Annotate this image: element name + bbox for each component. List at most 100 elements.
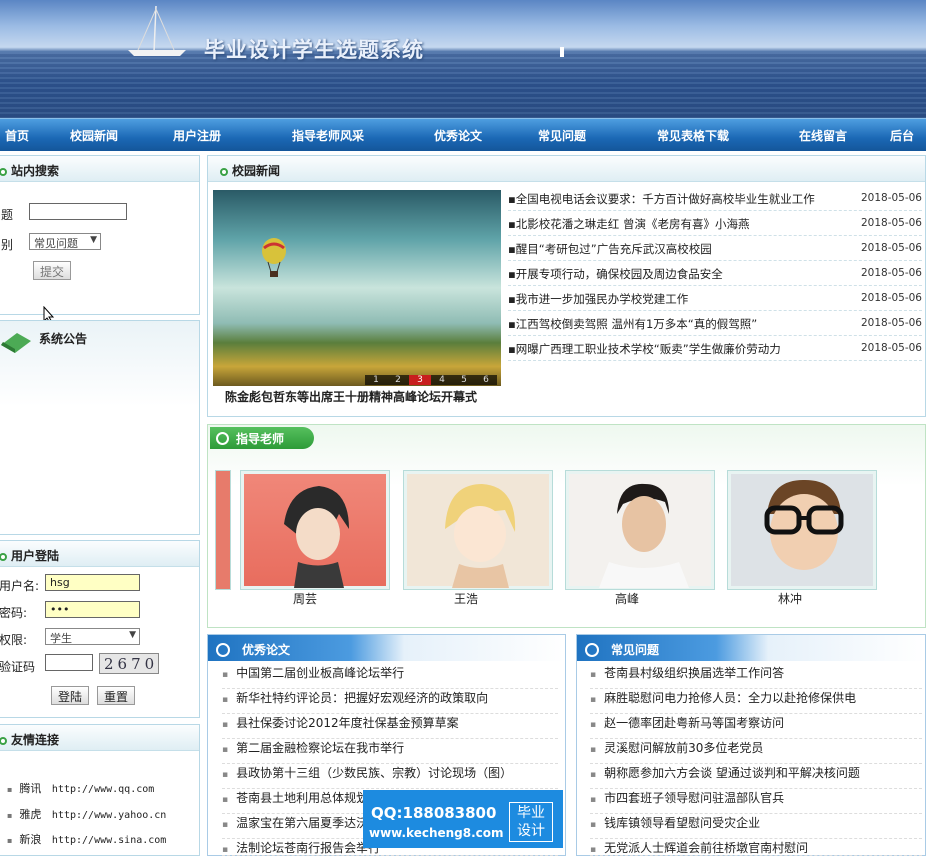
list-item[interactable]: ▪ 新华社特约评论员：把握好宏观经济的政策取向 [222,689,558,714]
news-row[interactable]: ▪江西驾校倒卖驾照 温州有1万多本“真的假驾照” 2018-05-06 [508,311,922,336]
teacher-card[interactable] [727,470,877,590]
nav-campus-news[interactable]: 校园新闻 [70,127,118,144]
teacher-photo [731,474,873,586]
list-item[interactable]: ▪ 中国第二届创业板高峰论坛举行 [222,664,558,689]
site-title: 毕业设计学生选题系统 [204,38,424,62]
list-item[interactable]: ▪ 钱库镇领导看望慰问受灾企业 [590,814,922,839]
nav-register[interactable]: 用户注册 [173,127,221,144]
search-submit-button[interactable]: 提交 [33,261,72,280]
role-value: 学生 [50,632,72,645]
link-item[interactable]: ▪ 腾讯 http://www.qq.com [7,777,166,803]
pager-2[interactable]: 2 [387,375,409,385]
news-row[interactable]: ▪网曝广西理工职业技术学校“贩卖”学生做廉价劳动力 2018-05-06 [508,336,922,361]
search-type-select[interactable]: 常见问题 ▼ [29,233,101,250]
faq-title: 苍南县村级组织换届选举工作问答 [604,666,785,680]
square-bullet-icon: ▪ [590,845,597,855]
username-input[interactable]: hsg [45,574,140,591]
list-item[interactable]: ▪ 赵一德率团赴粤新马等国考察访问 [590,714,922,739]
pager-4[interactable]: 4 [431,375,453,385]
news-title: ▪江西驾校倒卖驾照 温州有1万多本“真的假驾照” [508,317,758,331]
faq-title: 市四套班子领导慰问驻温部队官兵 [604,791,785,805]
paper-title: 新华社特约评论员：把握好宏观经济的政策取向 [236,691,489,705]
news-row[interactable]: ▪全国电视电话会议要求：千方百计做好高校毕业生就业工作 2018-05-06 [508,186,922,211]
sailboat-icon [128,5,186,56]
watermark-badge: QQ:188083800 www.kecheng8.com 毕业 设计 [363,790,563,848]
list-item[interactable]: ▪ 市四套班子领导慰问驻温部队官兵 [590,789,922,814]
nav-faq[interactable]: 常见问题 [538,127,586,144]
square-bullet-icon: ▪ [590,720,597,730]
captcha-image[interactable]: 2670 [99,653,159,674]
link-item[interactable]: ▪ 新浪 http://www.sina.com [7,828,166,854]
nav-admin[interactable]: 后台 [890,127,914,144]
sea-background [0,52,926,118]
nav-message[interactable]: 在线留言 [799,127,847,144]
faq-title: 赵一德率团赴粤新马等国考察访问 [604,716,785,730]
role-select[interactable]: 学生 ▼ [45,628,140,645]
news-row[interactable]: ▪我市进一步加强民办学校党建工作 2018-05-06 [508,286,922,311]
nav-teachers[interactable]: 指导老师风采 [292,127,364,144]
square-bullet-icon: ▪ [7,836,13,845]
pager-3[interactable]: 3 [409,375,431,385]
nav-papers[interactable]: 优秀论文 [434,127,482,144]
pager-5[interactable]: 5 [453,375,475,385]
link-url: http://www.qq.com [51,784,155,795]
news-row[interactable]: ▪北影校花潘之琳走红 曾演《老房有喜》小海燕 2018-05-06 [508,211,922,236]
teacher-name: 林冲 [777,592,802,606]
list-item[interactable]: ▪ 县政协第十三组（少数民族、宗教）讨论现场（图） [222,764,558,789]
pager-1[interactable]: 1 [365,375,387,385]
papers-panel-title: 优秀论文 [242,643,291,657]
news-title: ▪全国电视电话会议要求：千方百计做好高校毕业生就业工作 [508,192,815,206]
list-item[interactable]: ▪ 麻胜聪慰问电力抢修人员：全力以赴抢修保供电 [590,689,922,714]
nav-forms-download[interactable]: 常见表格下载 [657,127,729,144]
nav-home[interactable]: 首页 [5,127,29,144]
square-bullet-icon: ▪ [222,695,229,705]
papers-panel-header: 优秀论文 [208,635,565,661]
teacher-name: 高峰 [614,592,639,606]
teacher-name: 周芸 [292,592,317,606]
watermark-qq: QQ:188083800 [371,804,497,822]
news-title: ▪开展专项行动，确保校园及周边食品安全 [508,267,723,281]
paper-title: 温家宝在第六届夏季达沃斯 [236,816,381,830]
square-bullet-icon: ▪ [7,810,13,820]
pager-6[interactable]: 6 [475,375,497,385]
list-item[interactable]: ▪ 第二届金融检察论坛在我市举行 [222,739,558,764]
list-item[interactable]: ▪ 县社保委讨论2012年度社保基金预算草案 [222,714,558,739]
link-name: 新浪 [19,833,42,846]
faq-title: 无党派人士辉道会前往桥墩官南村慰问 [604,841,809,855]
teacher-card[interactable] [403,470,553,590]
news-row[interactable]: ▪开展专项行动，确保校园及周边食品安全 2018-05-06 [508,261,922,286]
teacher-card-partial[interactable] [215,470,231,590]
teacher-card[interactable] [565,470,715,590]
avatar-photo-icon [599,483,689,588]
reset-button[interactable]: 重置 [97,686,136,705]
news-title: ▪我市进一步加强民办学校党建工作 [508,292,689,306]
search-panel: 站内搜索 题 别 常见问题 ▼ 提交 [0,155,200,324]
password-input[interactable]: ••• [45,601,140,618]
list-item[interactable]: ▪ 灵溪慰问解放前30多位老党员 [590,739,922,764]
search-input[interactable] [29,203,127,220]
teacher-photo [244,474,386,588]
link-item[interactable]: ▪ 雅虎 http://www.yahoo.cn [7,803,166,829]
square-bullet-icon: ▪ [590,695,597,705]
square-bullet-icon: ▪ [590,795,597,805]
list-item[interactable]: ▪ 苍南县村级组织换届选举工作问答 [590,664,922,689]
square-bullet-icon: ▪ [590,745,597,755]
avatar-illustration-icon [284,486,349,588]
slideshow-caption[interactable]: 陈金彪包哲东等出席王十册精神高峰论坛开幕式 [225,388,477,405]
search-panel-title: 站内搜索 [11,164,60,178]
bullet-icon [220,168,228,176]
login-button[interactable]: 登陆 [51,686,90,705]
teacher-card[interactable] [240,470,390,590]
list-item[interactable]: ▪ 无党派人士辉道会前往桥墩官南村慰问 [590,839,922,856]
news-title: ▪网曝广西理工职业技术学校“贩卖”学生做廉价劳动力 [508,342,781,356]
square-bullet-icon: ▪ [222,720,229,730]
search-panel-header: 站内搜索 [0,156,199,182]
list-item[interactable]: ▪ 朝称愿参加六方会谈 望通过谈判和平解决核问题 [590,764,922,789]
avatar-photo-icon [764,479,844,570]
news-slideshow-image[interactable]: 1 2 3 4 5 6 [213,190,501,386]
captcha-input[interactable] [45,654,93,671]
news-row[interactable]: ▪醒目“考研包过”广告充斥武汉高校校园 2018-05-06 [508,236,922,261]
captcha-label: 验证码 [0,660,36,674]
square-bullet-icon: ▪ [222,670,229,680]
square-bullet-icon: ▪ [222,745,229,755]
